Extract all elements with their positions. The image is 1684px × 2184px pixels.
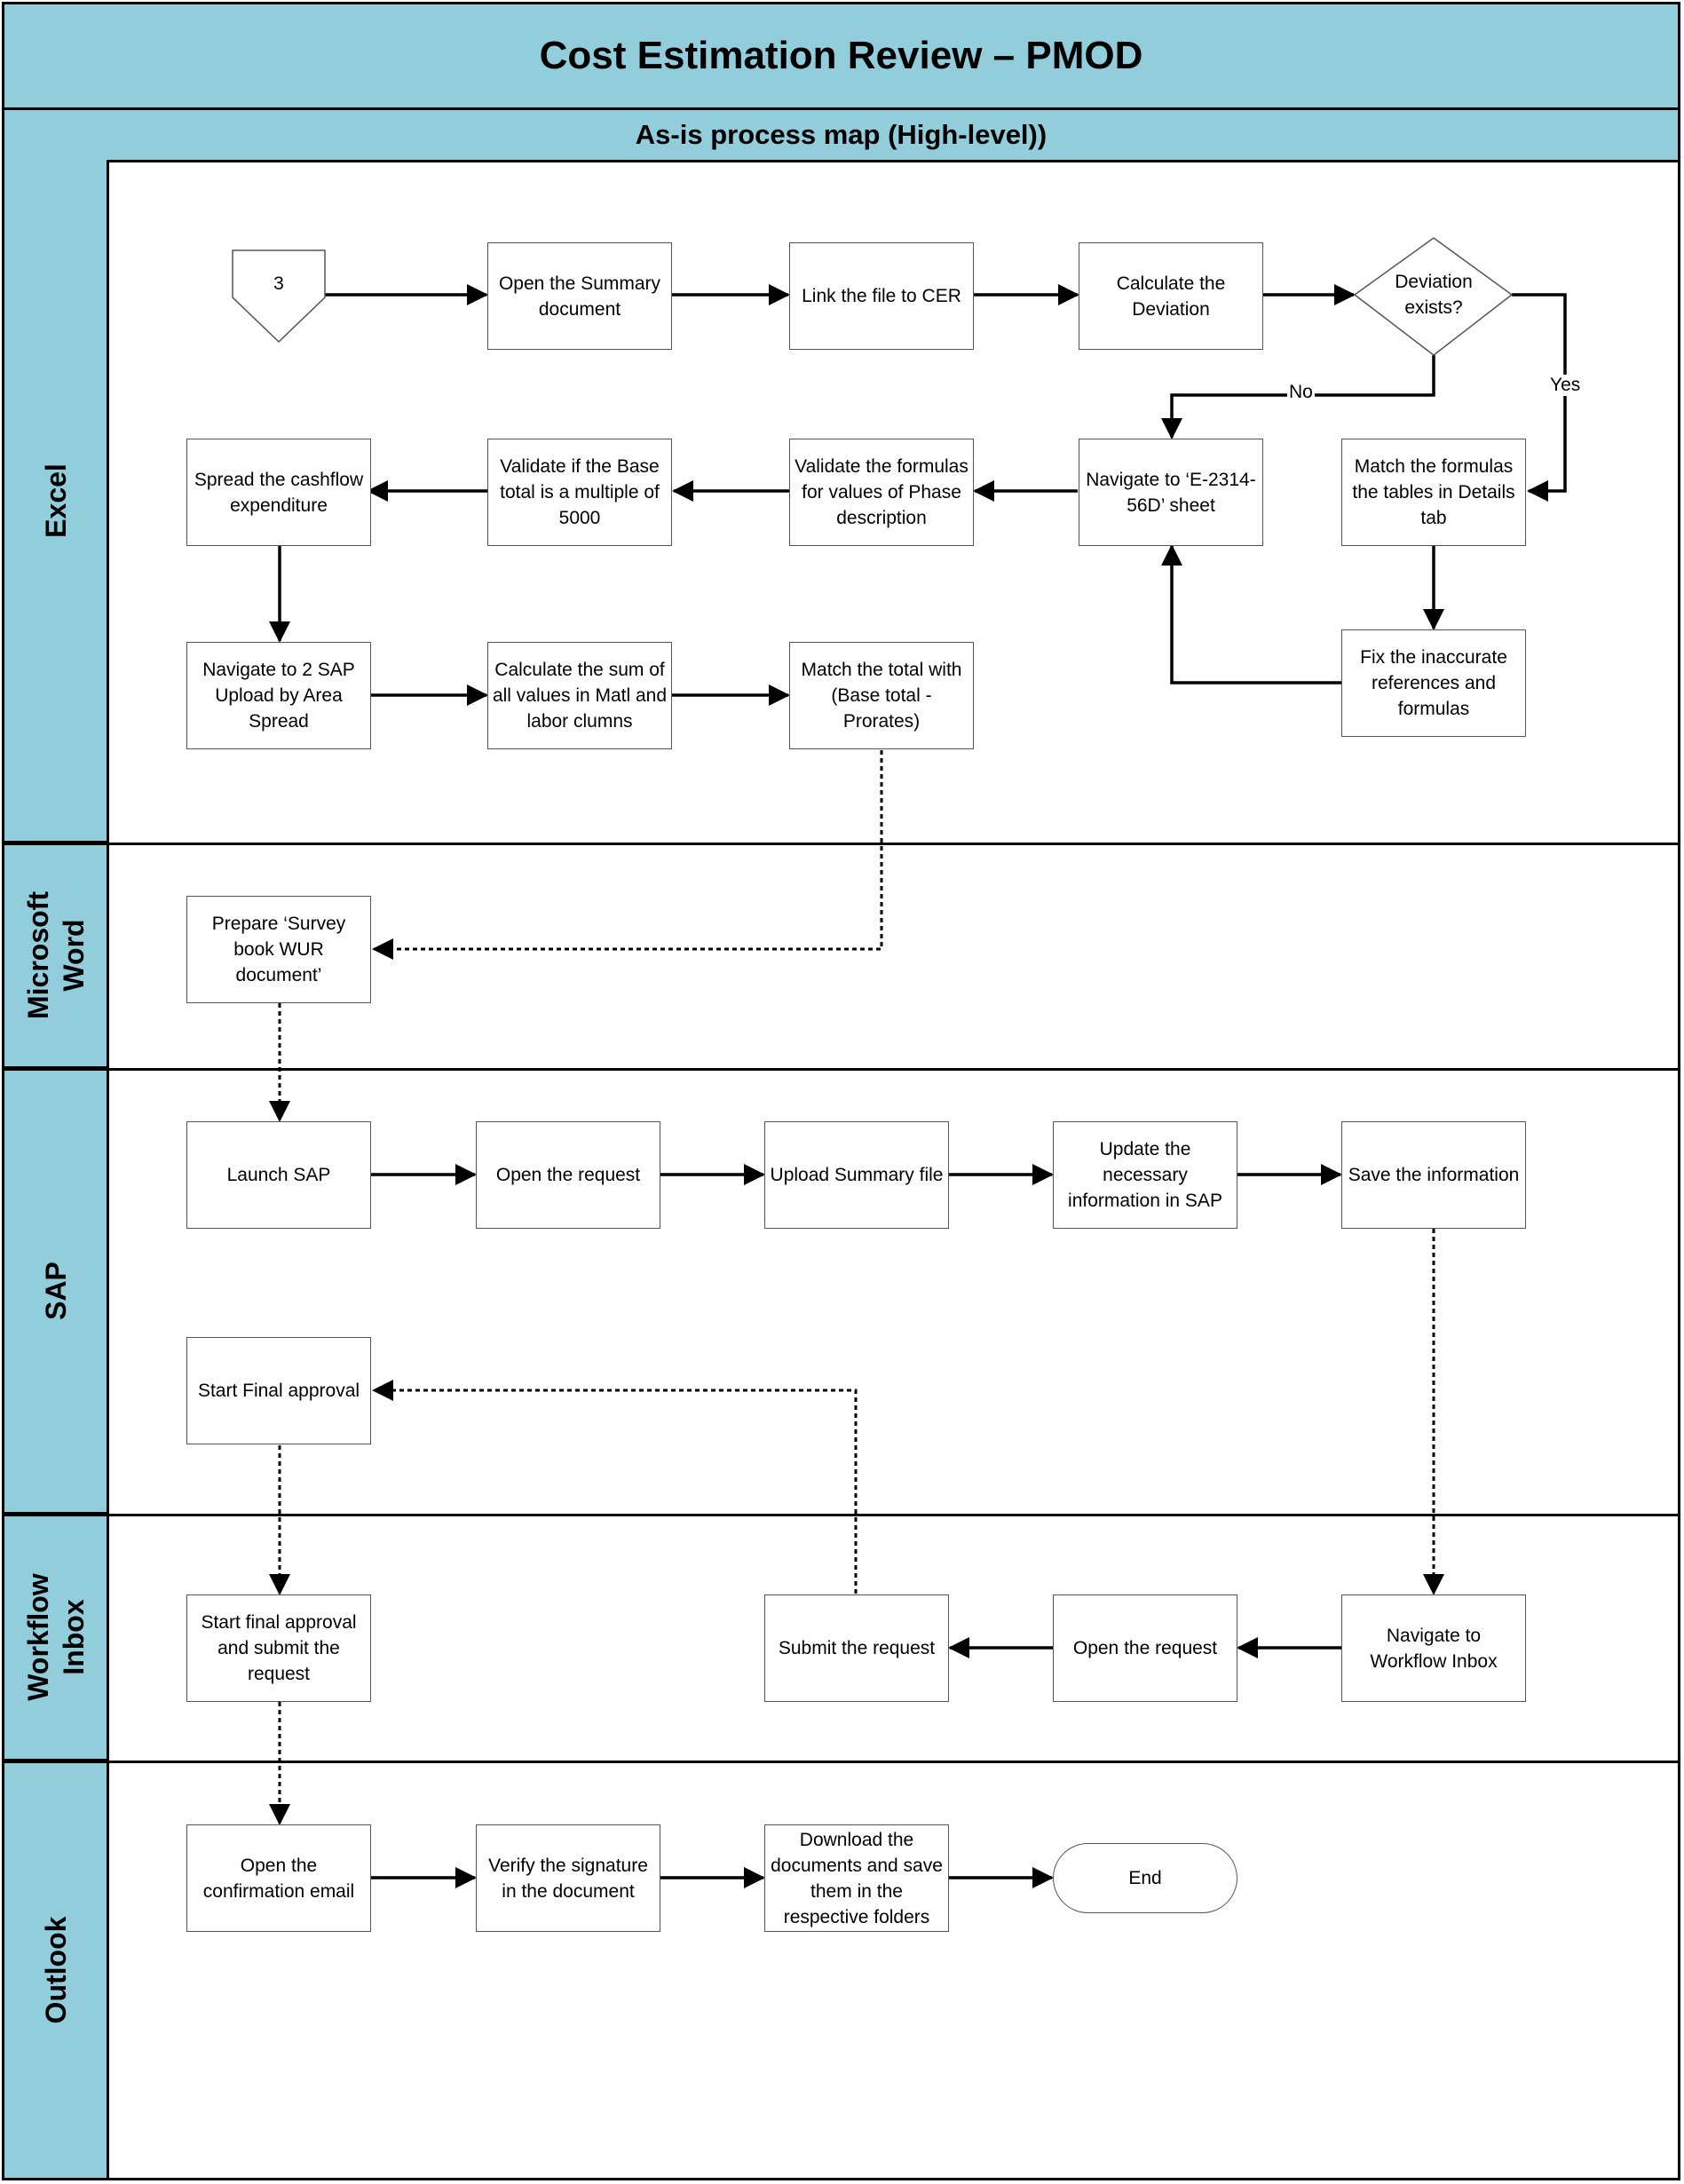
decision-deviation-exists: Deviation exists? (1395, 272, 1473, 318)
step-open-request-wf[interactable]: Open the request (1053, 1594, 1237, 1702)
step-validate-base[interactable]: Validate if the Base total is a multiple… (487, 439, 672, 546)
connector-label: 3 (273, 273, 284, 294)
step-download-docs[interactable]: Download the documents and save them in … (764, 1824, 949, 1932)
step-upload-summary[interactable]: Upload Summary file (764, 1121, 949, 1229)
dotted-arrow-match-total-to-prepare (372, 750, 883, 960)
terminal-end[interactable]: End (1053, 1843, 1237, 1913)
step-prepare-survey[interactable]: Prepare ‘Survey book WUR document’ (186, 896, 371, 1003)
step-open-summary[interactable]: Open the Summary document (487, 242, 672, 350)
step-start-final-approval[interactable]: Start Final approval (186, 1337, 371, 1444)
dotted-arrow-submit-to-final-approval (372, 1380, 858, 1594)
edge-label-no: No (1287, 382, 1315, 403)
edge-label-yes: Yes (1548, 375, 1583, 396)
arrow-fix-to-navigate (1161, 544, 1341, 684)
step-calc-sum[interactable]: Calculate the sum of all values in Matl … (487, 642, 672, 749)
step-fix-refs[interactable]: Fix the inaccurate references and formul… (1341, 629, 1526, 737)
step-update-info[interactable]: Update the necessary information in SAP (1053, 1121, 1237, 1229)
step-navigate-sap-upload[interactable]: Navigate to 2 SAP Upload by Area Spread (186, 642, 371, 749)
step-match-formulas[interactable]: Match the formulas the tables in Details… (1341, 439, 1526, 546)
step-spread-cashflow[interactable]: Spread the cashflow expenditure (186, 439, 371, 546)
step-verify-signature[interactable]: Verify the signature in the document (476, 1824, 660, 1932)
step-open-request-sap[interactable]: Open the request (476, 1121, 660, 1229)
step-open-email[interactable]: Open the confirmation email (186, 1824, 371, 1932)
step-launch-sap[interactable]: Launch SAP (186, 1121, 371, 1229)
step-navigate-sheet[interactable]: Navigate to ‘E-2314-56D’ sheet (1079, 439, 1263, 546)
step-start-final-submit[interactable]: Start final approval and submit the requ… (186, 1594, 371, 1702)
step-calc-deviation[interactable]: Calculate the Deviation (1079, 242, 1263, 350)
step-navigate-workflow[interactable]: Navigate to Workflow Inbox (1341, 1594, 1526, 1702)
step-match-total[interactable]: Match the total with (Base total - Prora… (789, 642, 974, 749)
step-save-info[interactable]: Save the information (1341, 1121, 1526, 1229)
step-link-file[interactable]: Link the file to CER (789, 242, 974, 350)
step-submit-request[interactable]: Submit the request (764, 1594, 949, 1702)
step-validate-formulas[interactable]: Validate the formulas for values of Phas… (789, 439, 974, 546)
